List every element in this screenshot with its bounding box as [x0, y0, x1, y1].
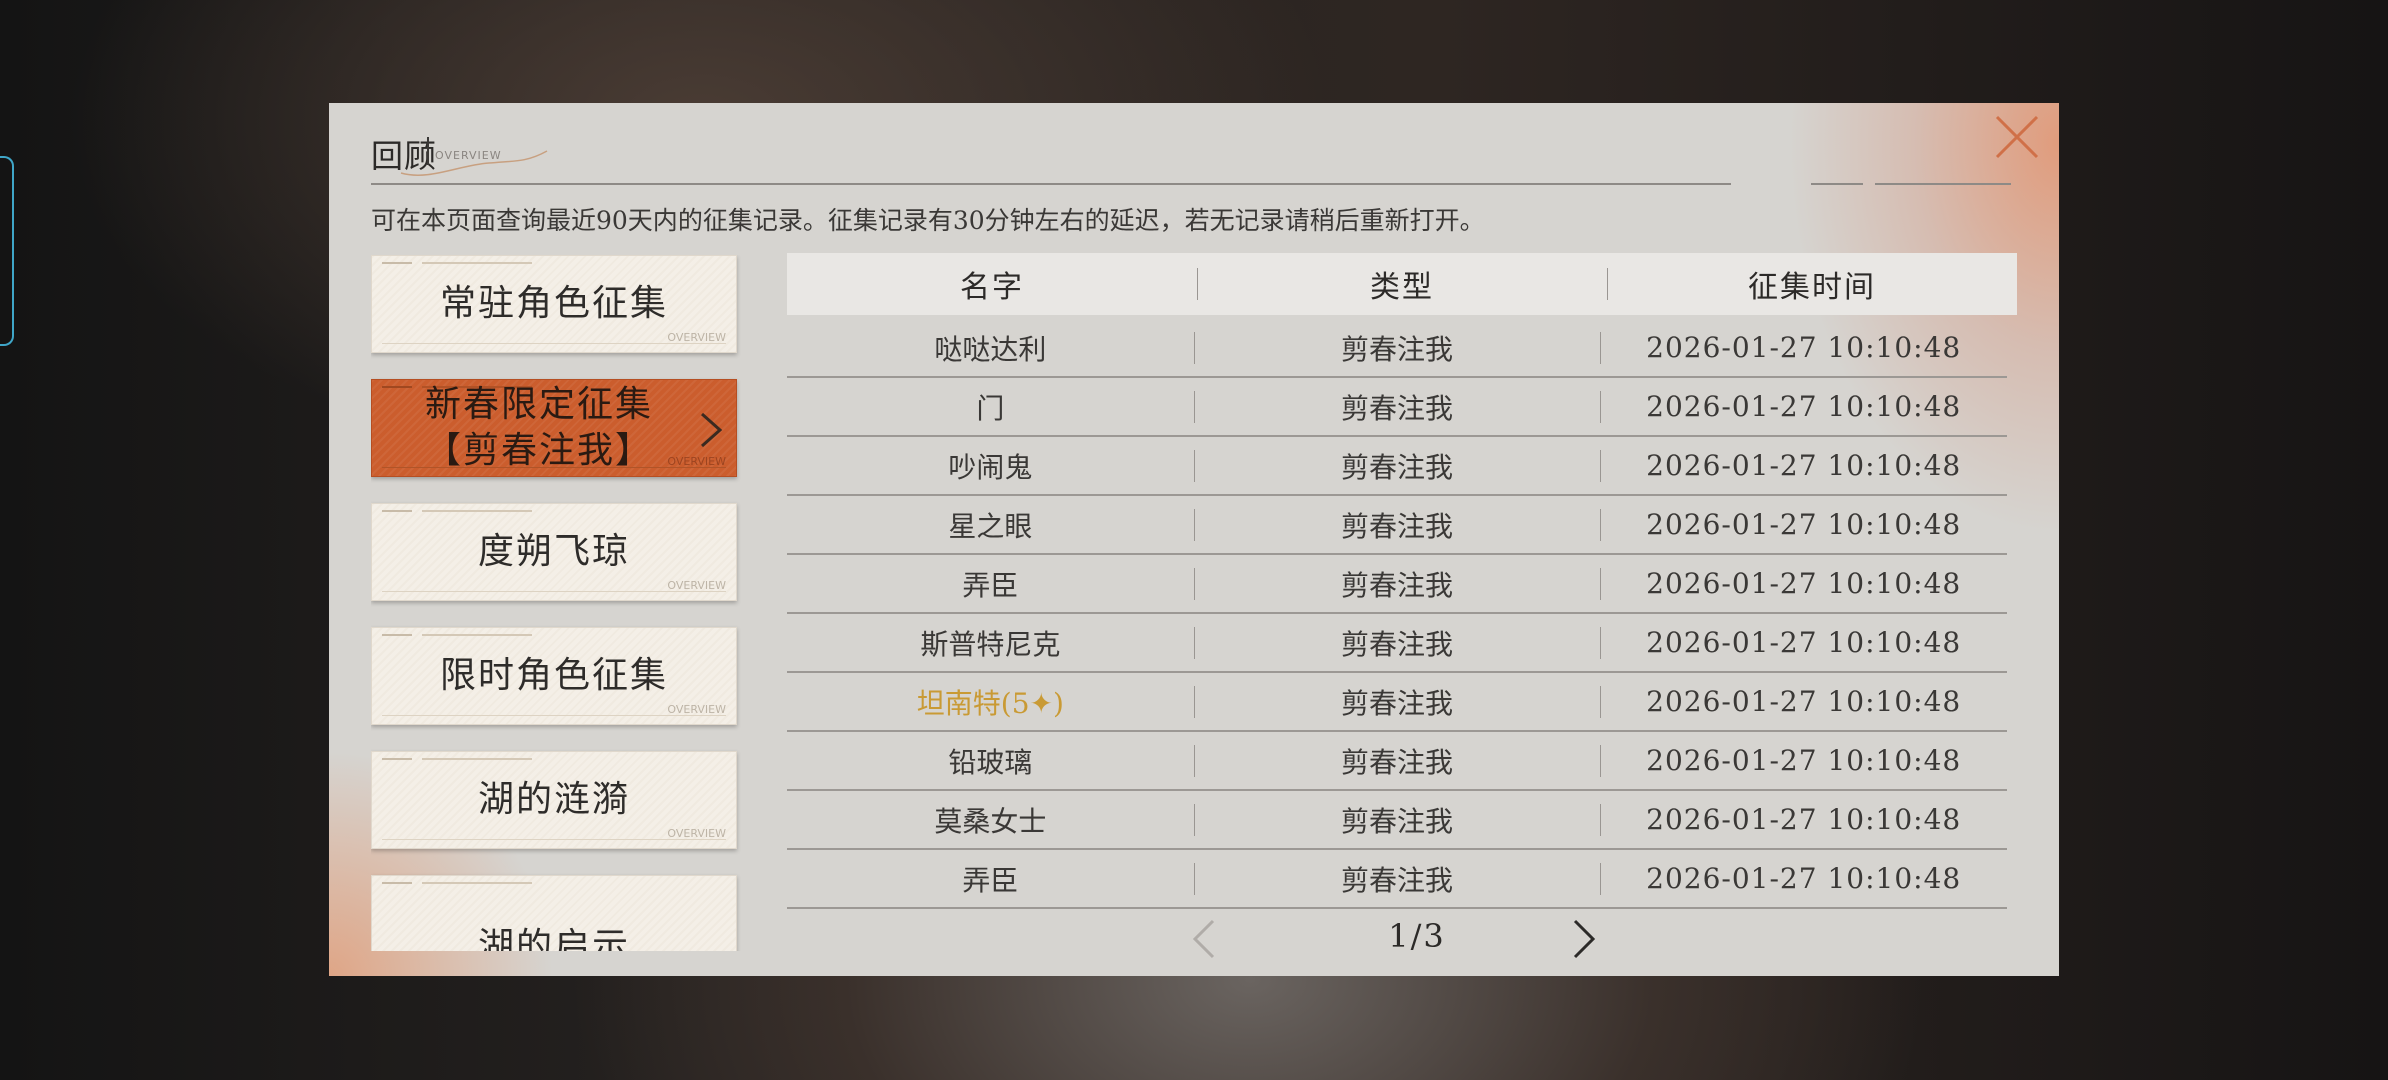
banner-list[interactable]: 常驻角色征集 OVERVIEW 新春限定征集 【剪春注我】 OVERVIEW 度…	[371, 255, 741, 951]
banner-lake-ripple[interactable]: 湖的涟漪 OVERVIEW	[371, 751, 737, 849]
header-type: 类型	[1197, 262, 1607, 306]
table-row: 斯普特尼克 剪春注我 2026-01-27 10:10:48	[787, 614, 2007, 673]
side-edge-bracket	[0, 156, 14, 346]
row-type: 剪春注我	[1194, 564, 1601, 604]
page-indicator: 1/3	[1388, 917, 1446, 955]
row-name: 门	[976, 391, 1005, 425]
row-name: 弄臣	[962, 568, 1019, 602]
table-row: 哒哒达利 剪春注我 2026-01-27 10:10:48	[787, 319, 2007, 378]
chevron-left-icon[interactable]	[1189, 917, 1219, 961]
table-header: 名字 类型 征集时间	[787, 253, 2017, 315]
table-row: 弄臣 剪春注我 2026-01-27 10:10:48	[787, 555, 2007, 614]
row-time: 2026-01-27 10:10:48	[1600, 862, 2007, 895]
banner-standard[interactable]: 常驻角色征集 OVERVIEW	[371, 255, 737, 353]
row-time: 2026-01-27 10:10:48	[1600, 685, 2007, 718]
banner-footer-text: OVERVIEW	[382, 704, 726, 716]
row-type: 剪春注我	[1194, 741, 1601, 781]
table-row: 门 剪春注我 2026-01-27 10:10:48	[787, 378, 2007, 437]
chevron-right-icon	[701, 412, 723, 448]
banner-footer-text: OVERVIEW	[382, 828, 726, 840]
row-name: 哒哒达利	[934, 332, 1047, 366]
table-row: 铅玻璃 剪春注我 2026-01-27 10:10:48	[787, 732, 2007, 791]
row-name: 弄臣	[962, 863, 1019, 897]
banner-footer-text: OVERVIEW	[382, 456, 726, 468]
pagination: 1/3	[787, 909, 2017, 967]
row-type: 剪春注我	[1194, 682, 1601, 722]
banner-footer-text: OVERVIEW	[382, 580, 726, 592]
panel-title-sub: OVERVIEW	[427, 137, 502, 165]
banner-dushuo-feiqiong[interactable]: 度朔飞琼 OVERVIEW	[371, 503, 737, 601]
row-name: 斯普特尼克	[920, 627, 1061, 661]
row-type: 剪春注我	[1194, 859, 1601, 899]
row-type: 剪春注我	[1194, 505, 1601, 545]
header-name: 名字	[960, 270, 1024, 305]
table-row: 吵闹鬼 剪春注我 2026-01-27 10:10:48	[787, 437, 2007, 496]
close-button[interactable]	[1989, 109, 2045, 165]
row-name: 铅玻璃	[948, 745, 1033, 779]
row-name: 吵闹鬼	[948, 450, 1033, 484]
row-type: 剪春注我	[1194, 623, 1601, 663]
title-divider	[371, 183, 1731, 185]
header-time: 征集时间	[1607, 262, 2017, 306]
close-icon	[1995, 115, 2039, 159]
row-type: 剪春注我	[1194, 328, 1601, 368]
banner-spring-limited[interactable]: 新春限定征集 【剪春注我】 OVERVIEW	[371, 379, 737, 477]
panel-description: 可在本页面查询最近90天内的征集记录。征集记录有30分钟左右的延迟，若无记录请稍…	[371, 206, 1485, 235]
row-type: 剪春注我	[1194, 446, 1601, 486]
table-row: 弄臣 剪春注我 2026-01-27 10:10:48	[787, 850, 2007, 909]
row-name-highlighted: 坦南特(5✦)	[916, 686, 1064, 720]
overview-panel: 回顾 OVERVIEW 可在本页面查询最近90天内的征集记录。征集记录有30分钟…	[329, 103, 2059, 976]
row-time: 2026-01-27 10:10:48	[1600, 744, 2007, 777]
row-time: 2026-01-27 10:10:48	[1600, 626, 2007, 659]
row-time: 2026-01-27 10:10:48	[1600, 508, 2007, 541]
table-row: 坦南特(5✦) 剪春注我 2026-01-27 10:10:48	[787, 673, 2007, 732]
row-type: 剪春注我	[1194, 800, 1601, 840]
title-divider-segment	[1875, 183, 2011, 185]
row-time: 2026-01-27 10:10:48	[1600, 390, 2007, 423]
row-time: 2026-01-27 10:10:48	[1600, 331, 2007, 364]
banner-lake-revelation[interactable]: 湖的启示	[371, 875, 737, 951]
row-name: 星之眼	[948, 509, 1033, 543]
table-body[interactable]: 哒哒达利 剪春注我 2026-01-27 10:10:48 门 剪春注我 202…	[787, 319, 2017, 909]
title-divider-segment	[1811, 183, 1863, 185]
table-row: 莫桑女士 剪春注我 2026-01-27 10:10:48	[787, 791, 2007, 850]
banner-label: 湖的启示	[477, 926, 630, 951]
table-row: 星之眼 剪春注我 2026-01-27 10:10:48	[787, 496, 2007, 555]
record-table: 名字 类型 征集时间 哒哒达利 剪春注我 2026-01-27 10:10:48…	[787, 253, 2017, 967]
banner-limited-character[interactable]: 限时角色征集 OVERVIEW	[371, 627, 737, 725]
row-name: 莫桑女士	[934, 804, 1047, 838]
chevron-right-icon[interactable]	[1569, 917, 1599, 961]
banner-footer-text: OVERVIEW	[382, 332, 726, 344]
row-type: 剪春注我	[1194, 387, 1601, 427]
row-time: 2026-01-27 10:10:48	[1600, 567, 2007, 600]
row-time: 2026-01-27 10:10:48	[1600, 803, 2007, 836]
row-time: 2026-01-27 10:10:48	[1600, 449, 2007, 482]
